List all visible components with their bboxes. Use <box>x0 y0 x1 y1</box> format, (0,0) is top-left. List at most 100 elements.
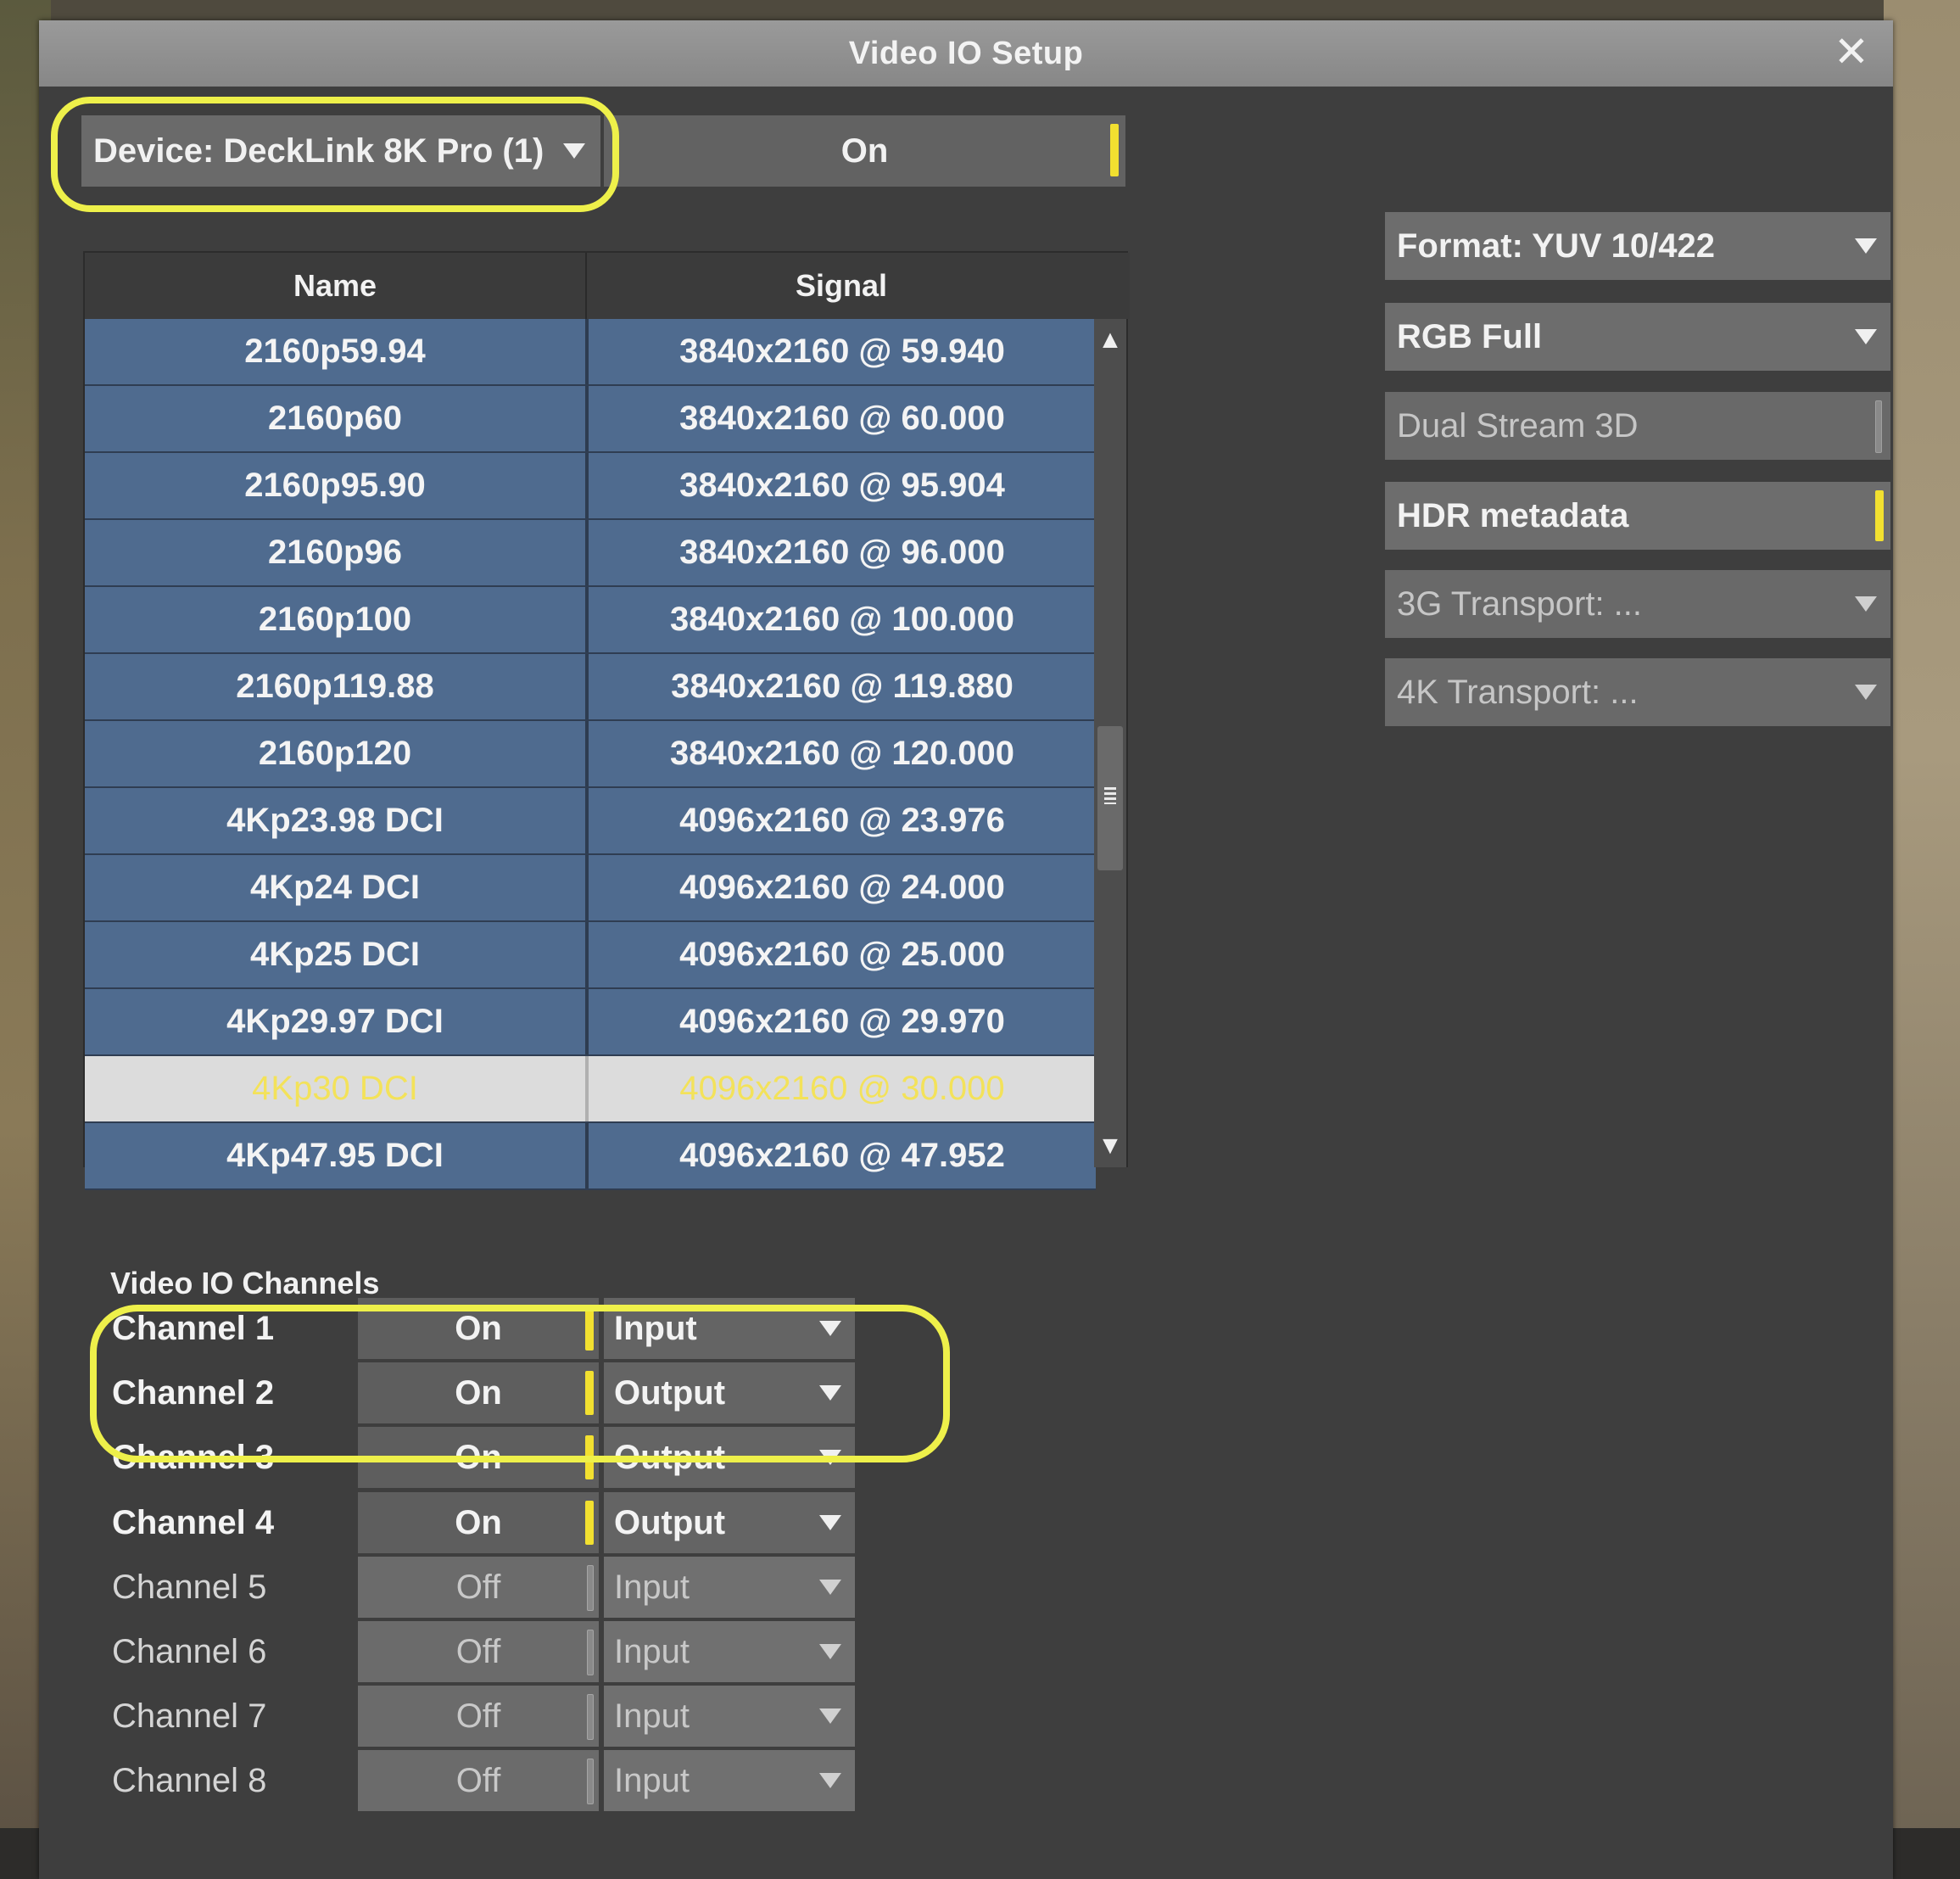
chevron-down-icon <box>819 1385 841 1401</box>
channel-on-toggle[interactable]: On <box>358 1427 599 1488</box>
dual-stream-label: Dual Stream 3D <box>1397 406 1639 445</box>
channel-direction-label: Input <box>614 1568 690 1606</box>
cell-name: 2160p59.94 <box>85 319 589 384</box>
cell-signal: 4096x2160 @ 24.000 <box>589 855 1096 920</box>
chevron-down-icon <box>819 1708 841 1724</box>
close-icon[interactable]: ✕ <box>1830 31 1873 73</box>
table-row[interactable]: 2160p59.94 3840x2160 @ 59.940 <box>85 319 1096 386</box>
channel-on-toggle[interactable]: Off <box>358 1557 599 1618</box>
table-row[interactable]: 2160p119.88 3840x2160 @ 119.880 <box>85 654 1096 721</box>
cell-signal: 4096x2160 @ 23.976 <box>589 788 1096 853</box>
format-dropdown[interactable]: Format: YUV 10/422 <box>1385 212 1890 280</box>
channel-direction-dropdown[interactable]: Input <box>604 1621 855 1682</box>
channel-on-toggle[interactable]: Off <box>358 1750 599 1811</box>
channel-label: Channel 8 <box>112 1761 267 1799</box>
channel-label: Channel 1 <box>112 1309 275 1347</box>
toggle-indicator <box>585 1371 594 1415</box>
table-row[interactable]: 4Kp47.95 DCI 4096x2160 @ 47.952 <box>85 1123 1096 1190</box>
cell-name: 2160p60 <box>85 386 589 451</box>
table-row[interactable]: 4Kp23.98 DCI 4096x2160 @ 23.976 <box>85 788 1096 855</box>
channel-row: Channel 5 Off Input <box>107 1557 896 1618</box>
toggle-indicator <box>1875 400 1882 453</box>
channel-on-toggle[interactable]: On <box>358 1362 599 1423</box>
cell-signal: 3840x2160 @ 59.940 <box>589 319 1096 384</box>
chevron-down-icon <box>819 1580 841 1595</box>
table-row[interactable]: 4Kp24 DCI 4096x2160 @ 24.000 <box>85 855 1096 922</box>
channel-state-label: On <box>455 1438 502 1476</box>
channel-direction-dropdown[interactable]: Output <box>604 1492 855 1553</box>
column-header-signal[interactable]: Signal <box>587 253 1096 319</box>
cell-signal: 4096x2160 @ 47.952 <box>589 1123 1096 1188</box>
cell-name: 2160p100 <box>85 587 589 652</box>
cell-name: 4Kp47.95 DCI <box>85 1123 589 1188</box>
channel-on-toggle[interactable]: On <box>358 1492 599 1553</box>
table-header: Name Signal <box>85 253 1130 319</box>
cell-signal: 3840x2160 @ 95.904 <box>589 453 1096 518</box>
channel-state-label: Off <box>455 1632 501 1670</box>
channel-direction-dropdown[interactable]: Input <box>604 1298 855 1359</box>
channel-direction-dropdown[interactable]: Output <box>604 1362 855 1423</box>
cell-name: 4Kp23.98 DCI <box>85 788 589 853</box>
channel-direction-label: Output <box>614 1438 726 1476</box>
section-title-video-io-channels: Video IO Channels <box>110 1266 380 1300</box>
channel-state-label: On <box>455 1309 502 1347</box>
toggle-indicator <box>585 1306 594 1351</box>
channel-on-toggle[interactable]: Off <box>358 1621 599 1682</box>
cell-name: 4Kp30 DCI <box>85 1056 589 1121</box>
scroll-thumb[interactable] <box>1097 726 1123 870</box>
chevron-down-icon <box>1855 596 1877 612</box>
background-right <box>1884 0 1960 1879</box>
cell-name: 4Kp25 DCI <box>85 922 589 987</box>
channel-direction-dropdown[interactable]: Input <box>604 1750 855 1811</box>
channel-on-toggle[interactable]: Off <box>358 1686 599 1747</box>
table-row[interactable]: 4Kp30 DCI 4096x2160 @ 30.000 <box>85 1056 1096 1123</box>
channel-state-label: On <box>455 1373 502 1412</box>
hdr-label: HDR metadata <box>1397 496 1629 534</box>
table-row[interactable]: 2160p100 3840x2160 @ 100.000 <box>85 587 1096 654</box>
channel-row: Channel 2 On Output <box>107 1362 896 1423</box>
chevron-down-icon <box>1855 685 1877 700</box>
table-row[interactable]: 2160p95.90 3840x2160 @ 95.904 <box>85 453 1096 520</box>
column-header-name[interactable]: Name <box>85 253 587 319</box>
cell-signal: 4096x2160 @ 25.000 <box>589 922 1096 987</box>
channel-direction-label: Output <box>614 1373 726 1412</box>
channel-state-label: On <box>455 1503 502 1541</box>
toggle-indicator <box>585 1435 594 1479</box>
channel-row: Channel 6 Off Input <box>107 1621 896 1682</box>
cell-name: 2160p120 <box>85 721 589 786</box>
table-row[interactable]: 2160p120 3840x2160 @ 120.000 <box>85 721 1096 788</box>
transport-4k-dropdown[interactable]: 4K Transport: ... <box>1385 658 1890 726</box>
channel-label: Channel 7 <box>112 1697 267 1735</box>
chevron-down-icon <box>1855 329 1877 344</box>
hdr-metadata-toggle[interactable]: HDR metadata <box>1385 482 1890 550</box>
device-dropdown[interactable]: Device: DeckLink 8K Pro (1) <box>81 115 600 187</box>
title-bar: Video IO Setup ✕ <box>39 20 1893 87</box>
transport-3g-dropdown[interactable]: 3G Transport: ... <box>1385 570 1890 638</box>
channel-direction-dropdown[interactable]: Input <box>604 1557 855 1618</box>
channel-state-label: Off <box>455 1568 501 1606</box>
toggle-indicator <box>587 1630 594 1675</box>
chevron-down-icon <box>1855 238 1877 254</box>
channel-direction-label: Input <box>614 1309 697 1347</box>
table-row[interactable]: 4Kp25 DCI 4096x2160 @ 25.000 <box>85 922 1096 989</box>
dual-stream-3d-toggle[interactable]: Dual Stream 3D <box>1385 392 1890 460</box>
channel-on-toggle[interactable]: On <box>358 1298 599 1359</box>
channel-label: Channel 2 <box>112 1373 275 1412</box>
color-range-label: RGB Full <box>1397 317 1543 355</box>
arrow-up-icon[interactable]: ▲ <box>1094 319 1126 361</box>
color-range-dropdown[interactable]: RGB Full <box>1385 303 1890 371</box>
arrow-down-icon[interactable]: ▼ <box>1094 1125 1126 1167</box>
channel-state-label: Off <box>455 1697 501 1735</box>
chevron-down-icon <box>563 143 585 159</box>
device-on-toggle[interactable]: On <box>604 115 1125 187</box>
channel-direction-dropdown[interactable]: Input <box>604 1686 855 1747</box>
channel-direction-dropdown[interactable]: Output <box>604 1427 855 1488</box>
table-scrollbar[interactable]: ▲ ▼ <box>1094 319 1126 1167</box>
device-label: Device: DeckLink 8K Pro (1) <box>93 131 544 170</box>
scroll-grip-icon <box>1104 787 1116 804</box>
table-row[interactable]: 4Kp29.97 DCI 4096x2160 @ 29.970 <box>85 989 1096 1056</box>
cell-signal: 3840x2160 @ 100.000 <box>589 587 1096 652</box>
table-row[interactable]: 2160p60 3840x2160 @ 60.000 <box>85 386 1096 453</box>
cell-signal: 3840x2160 @ 120.000 <box>589 721 1096 786</box>
table-row[interactable]: 2160p96 3840x2160 @ 96.000 <box>85 520 1096 587</box>
